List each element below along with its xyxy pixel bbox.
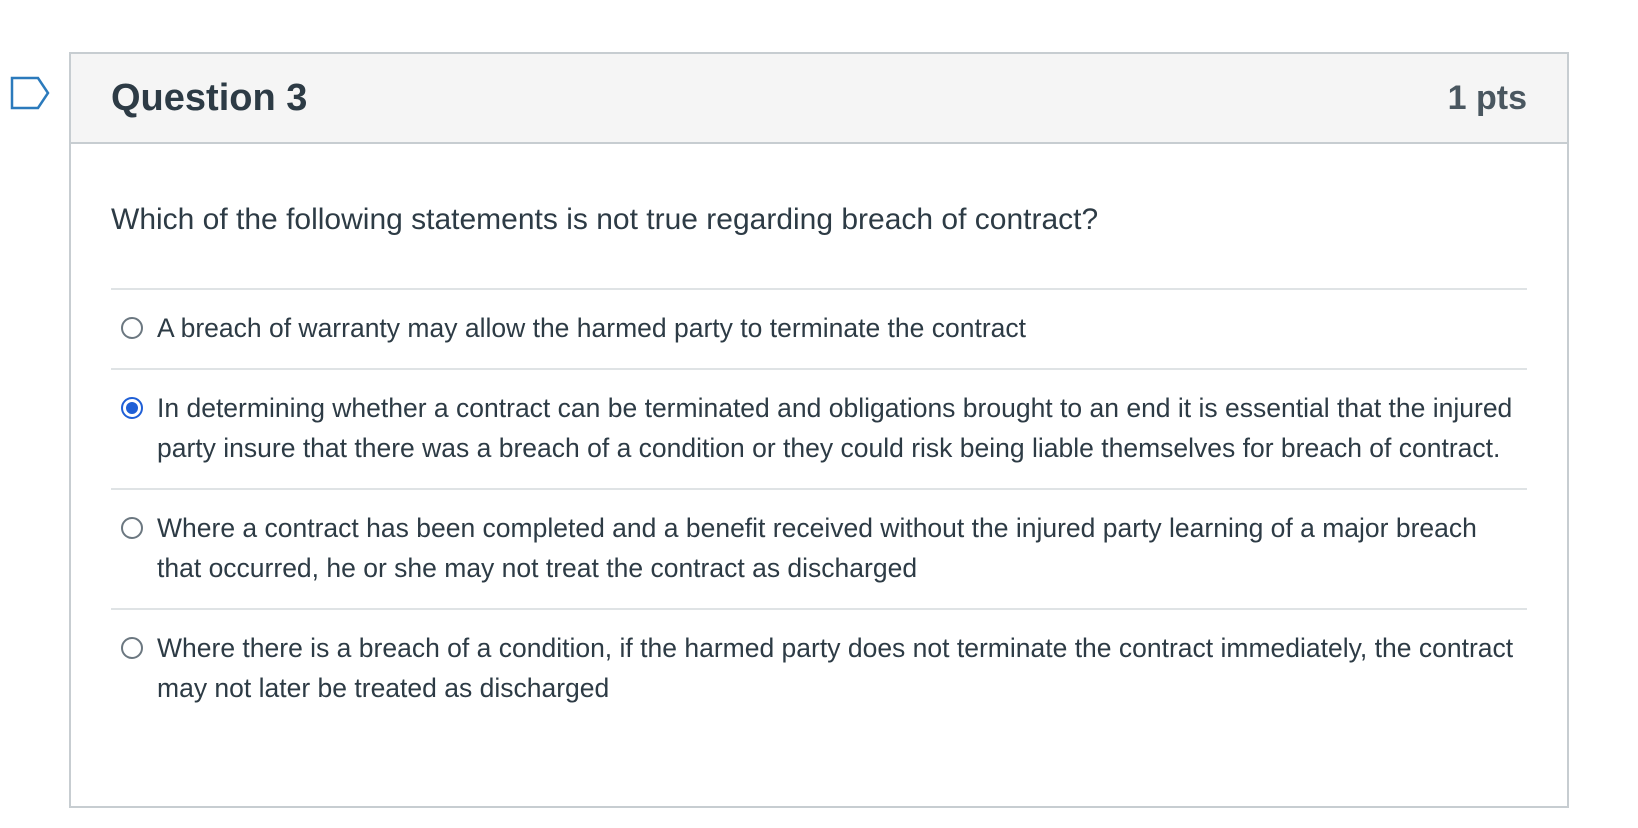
answer-label[interactable]: Where there is a breach of a condition, … — [157, 628, 1527, 708]
answer-option-4[interactable]: Where there is a breach of a condition, … — [111, 610, 1527, 728]
question-header: Question 3 1 pts — [71, 54, 1567, 144]
flag-question-icon[interactable] — [10, 76, 50, 112]
answer-label[interactable]: A breach of warranty may allow the harme… — [157, 308, 1026, 348]
question-card: Question 3 1 pts Which of the following … — [69, 52, 1569, 808]
question-title: Question 3 — [111, 76, 308, 119]
answer-label[interactable]: In determining whether a contract can be… — [157, 388, 1527, 468]
answer-list: A breach of warranty may allow the harme… — [111, 288, 1527, 728]
answer-option-1[interactable]: A breach of warranty may allow the harme… — [111, 290, 1527, 370]
question-text: Which of the following statements is not… — [111, 203, 1099, 236]
question-body: Which of the following statements is not… — [71, 144, 1567, 728]
question-points: 1 pts — [1447, 78, 1527, 117]
answer-option-2[interactable]: In determining whether a contract can be… — [111, 370, 1527, 490]
radio-button-selected[interactable] — [121, 397, 143, 419]
radio-button[interactable] — [121, 317, 143, 339]
radio-button[interactable] — [121, 517, 143, 539]
answer-label[interactable]: Where a contract has been completed and … — [157, 508, 1527, 588]
answer-option-3[interactable]: Where a contract has been completed and … — [111, 490, 1527, 610]
radio-button[interactable] — [121, 637, 143, 659]
